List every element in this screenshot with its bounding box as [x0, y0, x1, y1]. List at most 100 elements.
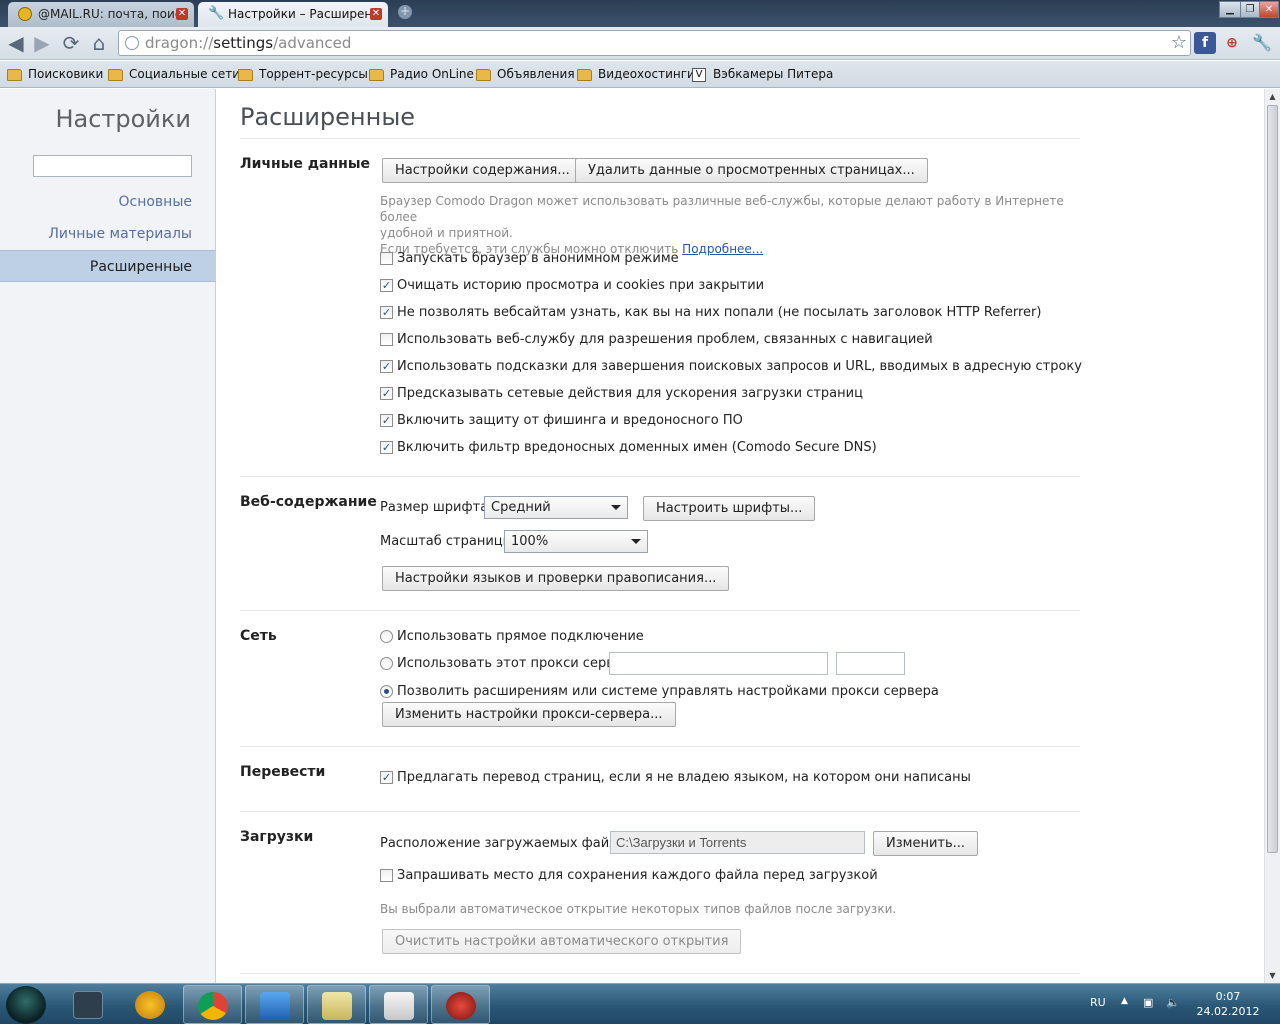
bookmarks-bar: Поисковики Социальные сети Торрент-ресур…: [0, 61, 1280, 88]
start-button[interactable]: [6, 986, 46, 1024]
proxy-host-input[interactable]: [609, 652, 828, 675]
home-icon[interactable]: ⌂: [88, 33, 110, 55]
scroll-down-arrow-icon[interactable]: ▼: [1265, 968, 1280, 983]
language-settings-button[interactable]: Настройки языков и проверки правописания…: [382, 566, 730, 591]
tab-mail[interactable]: @MAIL.RU: почта, поиск ✕: [8, 2, 194, 27]
privacy-option[interactable]: ✓ Очищать историю просмотра и cookies при…: [380, 278, 764, 294]
settings-page: Настройки Основные Личные материалы Расш…: [0, 89, 1264, 983]
aimp-task[interactable]: [121, 985, 180, 1024]
bookmark-folder[interactable]: Видеохостинги: [577, 66, 695, 84]
close-tab-icon[interactable]: ✕: [370, 8, 382, 20]
chrome-task[interactable]: [183, 985, 242, 1024]
divider: [240, 973, 1080, 974]
checkbox[interactable]: ✓: [380, 441, 393, 454]
new-tab-button[interactable]: +: [398, 5, 412, 19]
close-tab-icon[interactable]: ✕: [176, 8, 188, 20]
scroll-up-arrow-icon[interactable]: ▲: [1265, 89, 1280, 104]
privacy-option[interactable]: ✓ Использовать подсказки для завершения п…: [380, 359, 1082, 375]
bookmark-folder[interactable]: Социальные сети: [108, 66, 240, 84]
close-window-button[interactable]: ✕: [1259, 1, 1279, 18]
checkbox[interactable]: ✓: [380, 279, 393, 292]
font-size-label: Размер шрифта:: [380, 500, 493, 515]
checkbox[interactable]: ✓: [380, 387, 393, 400]
comodo-dragon-task[interactable]: [431, 985, 490, 1024]
checkbox[interactable]: [380, 869, 393, 882]
scrollbar-thumb[interactable]: [1267, 105, 1278, 853]
change-download-location-button[interactable]: Изменить...: [873, 831, 979, 856]
ask-download-location-option[interactable]: Запрашивать место для сохранения каждого…: [380, 868, 878, 884]
comodo-dragon-icon: [446, 992, 476, 1020]
tab-settings[interactable]: 🔧 Настройки – Расширенн ✕: [198, 2, 388, 27]
customize-fonts-button[interactable]: Настроить шрифты...: [643, 496, 816, 521]
network-icon[interactable]: ▣: [1143, 996, 1153, 1009]
divider: [240, 610, 1080, 611]
radio-button[interactable]: [380, 657, 393, 670]
proxy-manual-option[interactable]: Использовать этот прокси сервер:: [380, 656, 635, 672]
checkbox[interactable]: ✓: [380, 360, 393, 373]
privacy-option[interactable]: ✓ Включить фильтр вредоносных доменных им…: [380, 440, 877, 456]
sidebar-item-advanced[interactable]: Расширенные: [0, 250, 216, 282]
proxy-system-option[interactable]: Позволить расширениям или системе управл…: [380, 684, 939, 700]
tab-title: Настройки – Расширенн: [228, 7, 381, 21]
divider: [240, 811, 1080, 812]
bookmark-folder[interactable]: Объявления: [476, 66, 575, 84]
page-info-icon[interactable]: [125, 36, 139, 50]
change-proxy-settings-button[interactable]: Изменить настройки прокси-сервера...: [382, 702, 676, 727]
editor-task[interactable]: [307, 985, 366, 1024]
privacy-option[interactable]: Использовать веб-службу для разрешения п…: [380, 332, 933, 348]
sidebar-item-basics[interactable]: Основные: [0, 186, 216, 218]
facebook-extension-icon[interactable]: f: [1194, 32, 1216, 54]
sidebar-item-personal[interactable]: Личные материалы: [0, 218, 216, 250]
reset-auto-open-button[interactable]: Очистить настройки автоматического откры…: [382, 929, 742, 954]
title-bar: @MAIL.RU: почта, поиск ✕ 🔧 Настройки – Р…: [0, 0, 1280, 27]
checkbox[interactable]: ✓: [380, 414, 393, 427]
checkbox[interactable]: ✓: [380, 771, 393, 784]
bookmark-folder[interactable]: Поисковики: [7, 66, 103, 84]
show-hidden-icons-icon[interactable]: ▲: [1121, 996, 1128, 1006]
bookmark-link[interactable]: V Вэбкамеры Питера: [692, 66, 833, 84]
kmplayer-task[interactable]: [59, 985, 118, 1024]
content-settings-button[interactable]: Настройки содержания...: [382, 158, 583, 183]
radio-button[interactable]: [380, 685, 393, 698]
learn-more-link[interactable]: Подробнее...: [682, 242, 763, 256]
maximize-button[interactable]: ❐: [1240, 1, 1260, 18]
clock[interactable]: 0:07 24.02.2012: [1196, 989, 1260, 1019]
checkbox[interactable]: [380, 333, 393, 346]
divider: [240, 138, 1080, 139]
file-manager-task[interactable]: [369, 985, 428, 1024]
radio-button[interactable]: [380, 630, 393, 643]
translate-option[interactable]: ✓ Предлагать перевод страниц, если я не в…: [380, 770, 971, 786]
font-size-select[interactable]: Средний: [484, 496, 628, 519]
folder-icon: [238, 69, 253, 81]
bookmark-folder[interactable]: Радио OnLine: [369, 66, 474, 84]
forward-arrow-icon[interactable]: ▶: [31, 33, 53, 55]
bookmark-star-icon[interactable]: ☆: [1171, 31, 1187, 55]
privacy-option[interactable]: ✓ Предсказывать сетевые действия для уско…: [380, 386, 863, 402]
bookmark-folder[interactable]: Торрент-ресурсы: [238, 66, 368, 84]
address-bar[interactable]: dragon://settings/advanced ☆: [118, 30, 1191, 56]
explorer-task[interactable]: [245, 985, 304, 1024]
language-indicator[interactable]: RU: [1090, 996, 1106, 1009]
vertical-scrollbar[interactable]: ▲ ▼: [1264, 89, 1280, 983]
chrome-icon: [198, 992, 228, 1020]
explorer-icon: [260, 992, 290, 1020]
wrench-menu-icon[interactable]: 🔧: [1251, 32, 1273, 54]
media-grabber-icon[interactable]: ⊕: [1221, 32, 1243, 54]
privacy-option[interactable]: Запускать браузер в анонимном режиме: [380, 251, 679, 267]
proxy-direct-option[interactable]: Использовать прямое подключение: [380, 629, 644, 645]
minimize-button[interactable]: ▁: [1219, 1, 1241, 18]
checkbox[interactable]: [380, 252, 393, 265]
url-scheme: dragon://: [145, 34, 214, 52]
privacy-option[interactable]: ✓ Не позволять вебсайтам узнать, как вы н…: [380, 305, 1041, 321]
page-zoom-select[interactable]: 100%: [504, 530, 648, 553]
reload-icon[interactable]: ⟳: [60, 33, 82, 55]
folder-icon: [7, 69, 22, 81]
checkbox[interactable]: ✓: [380, 306, 393, 319]
clear-browsing-data-button[interactable]: Удалить данные о просмотренных страницах…: [575, 158, 928, 183]
folder-icon: [369, 69, 384, 81]
settings-search-input[interactable]: [33, 155, 192, 177]
privacy-option[interactable]: ✓ Включить защиту от фишинга и вредоносно…: [380, 413, 743, 429]
back-arrow-icon[interactable]: ◀: [5, 33, 27, 55]
volume-icon[interactable]: 🔈: [1166, 996, 1180, 1009]
proxy-port-input[interactable]: [836, 652, 905, 675]
